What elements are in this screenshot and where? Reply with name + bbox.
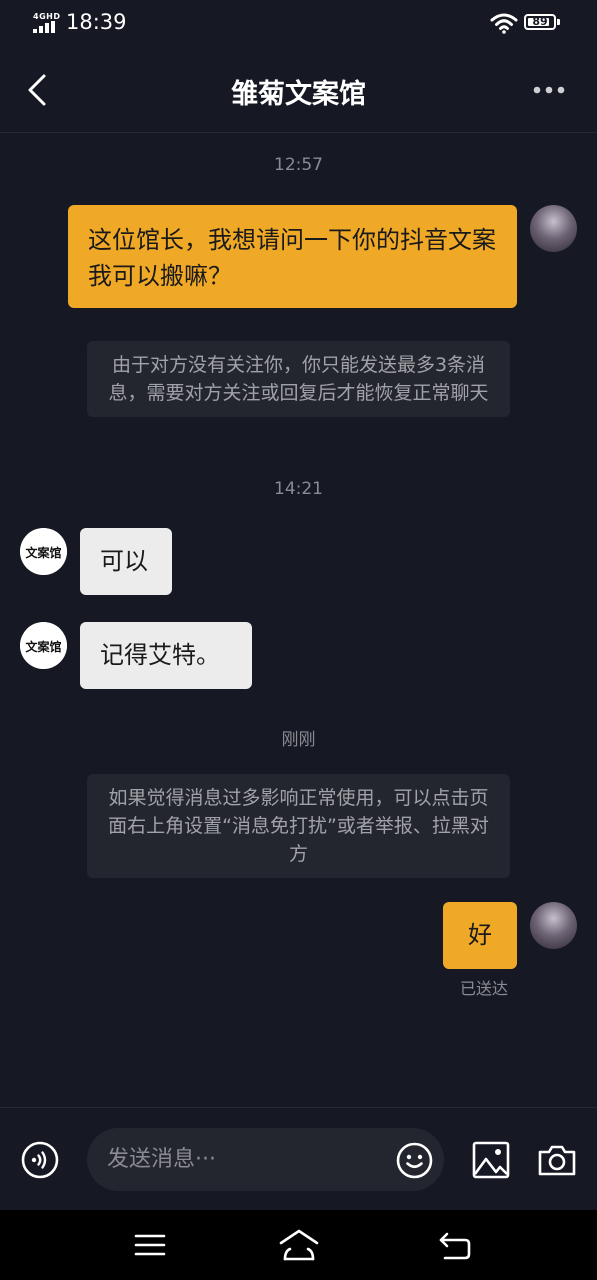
menu-icon[interactable] bbox=[133, 1230, 167, 1260]
shop-avatar[interactable]: 文案馆 bbox=[20, 528, 67, 575]
home-icon[interactable] bbox=[278, 1227, 320, 1263]
user-avatar[interactable] bbox=[530, 205, 577, 252]
signal-icon bbox=[33, 21, 55, 33]
message-input[interactable] bbox=[87, 1128, 444, 1191]
message-bubble-incoming[interactable]: 可以 bbox=[80, 528, 172, 595]
network-type: 4GHD bbox=[33, 12, 61, 21]
status-time: 18:39 bbox=[66, 10, 127, 34]
shop-avatar[interactable]: 文案馆 bbox=[20, 622, 67, 669]
emoji-icon[interactable] bbox=[396, 1142, 433, 1179]
avatar-text: 文案馆 bbox=[25, 639, 61, 654]
more-horizontal-icon[interactable] bbox=[530, 78, 570, 102]
timestamp: 14:21 bbox=[274, 479, 323, 499]
system-navigation-bar bbox=[0, 1210, 597, 1280]
camera-icon[interactable] bbox=[537, 1143, 577, 1177]
message-bubble-outgoing[interactable]: 这位馆长，我想请问一下你的抖音文案我可以搬嘛？ bbox=[68, 205, 517, 308]
battery-level: 89 bbox=[532, 15, 548, 28]
timestamp: 刚刚 bbox=[281, 730, 316, 750]
user-avatar[interactable] bbox=[530, 902, 577, 949]
battery-cap bbox=[557, 19, 560, 25]
message-bubble-incoming[interactable]: 记得艾特。 bbox=[80, 622, 252, 689]
battery-icon: 89 bbox=[524, 14, 556, 30]
voice-icon[interactable] bbox=[21, 1141, 59, 1179]
timestamp: 12:57 bbox=[274, 155, 323, 175]
page-title: 雏菊文案馆 bbox=[231, 79, 366, 110]
image-icon[interactable] bbox=[472, 1141, 510, 1179]
system-notice: 由于对方没有关注你，你只能发送最多3条消息，需要对方关注或回复后才能恢复正常聊天 bbox=[87, 341, 510, 417]
wifi-icon bbox=[490, 13, 518, 34]
chat-header: 雏菊文案馆 bbox=[0, 48, 597, 133]
avatar-text: 文案馆 bbox=[25, 545, 61, 560]
input-bar bbox=[0, 1107, 597, 1211]
system-notice: 如果觉得消息过多影响正常使用，可以点击页面右上角设置“消息免打扰”或者举报、拉黑… bbox=[87, 774, 510, 878]
back-arrow-icon[interactable] bbox=[437, 1228, 473, 1262]
status-bar: 4GHD 18:39 89 bbox=[0, 0, 597, 48]
delivery-status: 已送达 bbox=[460, 979, 509, 998]
message-bubble-outgoing[interactable]: 好 bbox=[443, 902, 517, 969]
